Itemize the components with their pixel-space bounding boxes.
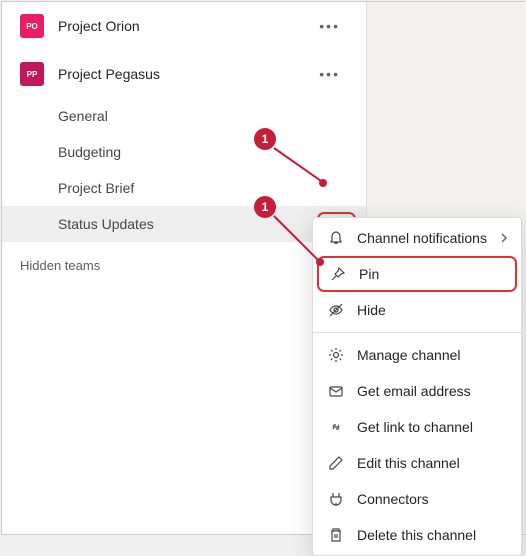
menu-label: Get email address — [357, 383, 471, 399]
hide-icon — [327, 301, 345, 319]
menu-label: Pin — [359, 266, 379, 282]
mail-icon — [327, 382, 345, 400]
annotation-arrow-dot — [319, 179, 327, 187]
menu-connectors[interactable]: Connectors — [313, 481, 521, 517]
channel-context-menu: Channel notifications Pin Hide Manage ch… — [312, 217, 522, 556]
menu-label: Edit this channel — [357, 455, 460, 471]
menu-get-email[interactable]: Get email address — [313, 373, 521, 409]
menu-divider — [313, 332, 521, 333]
menu-delete-channel[interactable]: Delete this channel — [313, 517, 521, 553]
bell-icon — [327, 229, 345, 247]
menu-label: Delete this channel — [357, 527, 476, 543]
menu-edit-channel[interactable]: Edit this channel — [313, 445, 521, 481]
menu-label: Channel notifications — [357, 230, 487, 246]
link-icon — [327, 418, 345, 436]
chevron-right-icon — [499, 230, 509, 246]
menu-pin[interactable]: Pin — [317, 256, 517, 292]
connectors-icon — [327, 490, 345, 508]
menu-label: Get link to channel — [357, 419, 473, 435]
trash-icon — [327, 526, 345, 544]
team-row-orion[interactable]: PO Project Orion ••• — [2, 2, 366, 50]
menu-label: Manage channel — [357, 347, 461, 363]
menu-manage-channel[interactable]: Manage channel — [313, 337, 521, 373]
pencil-icon — [327, 454, 345, 472]
more-options-icon[interactable]: ••• — [311, 62, 348, 86]
menu-label: Connectors — [357, 491, 429, 507]
annotation-arrow-dot — [316, 258, 324, 266]
channel-label: General — [58, 108, 108, 124]
channel-budgeting[interactable]: Budgeting — [2, 134, 366, 170]
team-row-pegasus[interactable]: PP Project Pegasus ••• — [2, 50, 366, 98]
gear-icon — [327, 346, 345, 364]
menu-get-link[interactable]: Get link to channel — [313, 409, 521, 445]
team-name-label: Project Orion — [58, 18, 311, 34]
channel-general[interactable]: General — [2, 98, 366, 134]
pin-icon — [329, 265, 347, 283]
team-avatar: PP — [20, 62, 44, 86]
menu-hide[interactable]: Hide — [313, 292, 521, 328]
menu-label: Hide — [357, 302, 386, 318]
channel-label: Project Brief — [58, 180, 134, 196]
annotation-badge-1: 1 — [254, 128, 276, 150]
channel-label: Budgeting — [58, 144, 121, 160]
team-avatar: PO — [20, 14, 44, 38]
menu-channel-notifications[interactable]: Channel notifications — [313, 220, 521, 256]
annotation-badge-2: 1 — [254, 196, 276, 218]
team-name-label: Project Pegasus — [58, 66, 311, 82]
channel-label: Status Updates — [58, 216, 154, 232]
more-options-icon[interactable]: ••• — [311, 14, 348, 38]
